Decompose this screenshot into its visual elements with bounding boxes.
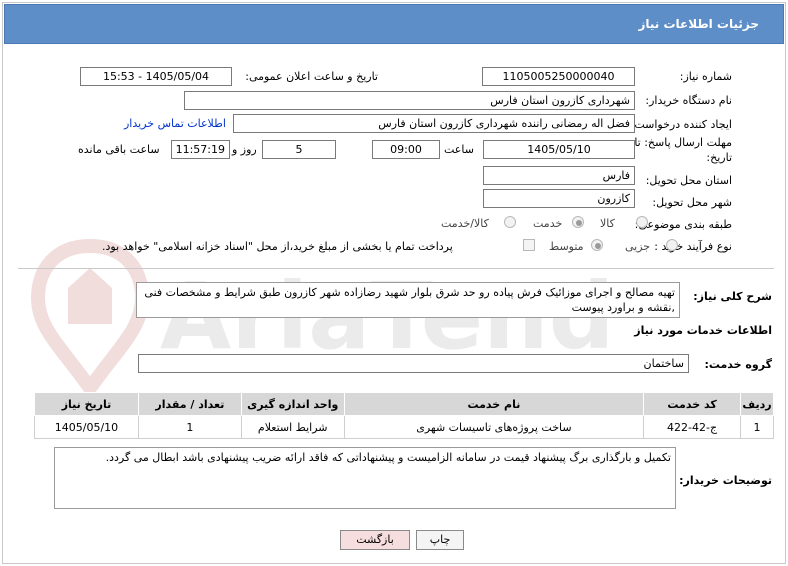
services-section-title: اطلاعات خدمات مورد نیاز <box>634 324 772 337</box>
province-field[interactable]: فارس <box>483 166 635 185</box>
category-service-radio[interactable] <box>572 216 584 228</box>
deadline-date-label: تاریخ: <box>706 151 732 164</box>
category-goods-service-label: کالا/خدمت <box>441 217 489 230</box>
category-goods-radio[interactable] <box>636 216 648 228</box>
buyer-org-field[interactable]: شهرداری کازرون استان فارس <box>184 91 635 110</box>
page-title: جزئیات اطلاعات نیاز <box>638 17 759 31</box>
contact-buyer-link[interactable]: اطلاعات تماس خریدار <box>124 117 226 130</box>
col-header-service-name: نام خدمت <box>343 392 645 416</box>
creator-label: ایجاد کننده درخواست: <box>630 118 732 131</box>
buyer-notes-label: توضیحات خریدار: <box>679 474 772 487</box>
process-minor-label: جزیی <box>625 240 651 253</box>
cell-unit: شرایط استعلام <box>240 415 345 439</box>
back-button[interactable]: بازگشت <box>340 530 410 550</box>
services-table-wrapper: ردیف کد خدمت نام خدمت واحد اندازه گیری ت… <box>34 392 774 442</box>
cell-quantity: 1 <box>137 415 242 439</box>
need-number-label: شماره نیاز: <box>679 70 732 83</box>
cell-need-date: 1405/05/10 <box>34 415 139 439</box>
announce-label: تاریخ و ساعت اعلان عمومی: <box>245 70 378 83</box>
creator-field[interactable]: فضل اله رمضانی راننده شهرداری کازرون است… <box>233 114 635 133</box>
city-label: شهر محل تحویل: <box>652 196 732 209</box>
province-label: استان محل تحویل: <box>645 174 732 187</box>
cell-service-name: ساخت پروژه‌های تاسیسات شهری <box>343 415 645 439</box>
process-medium-label: متوسط <box>549 240 584 253</box>
city-field[interactable]: کازرون <box>483 189 635 208</box>
days-field[interactable]: 5 <box>262 140 336 159</box>
section-separator <box>18 268 774 269</box>
announce-field[interactable]: 1405/05/04 - 15:53 <box>80 67 232 86</box>
category-service-label: خدمت <box>533 217 563 230</box>
remaining-time-field[interactable]: 11:57:19 <box>171 140 230 159</box>
print-button[interactable]: چاپ <box>416 530 464 550</box>
cell-service-code: ج-42-422 <box>643 415 742 439</box>
cell-row-number: 1 <box>740 415 774 439</box>
col-header-quantity: تعداد / مقدار <box>137 392 242 416</box>
col-header-service-code: کد خدمت <box>643 392 742 416</box>
description-textarea[interactable]: تهیه مصالح و اجرای موزائیک فرش پیاده رو … <box>136 282 680 318</box>
service-group-field[interactable]: ساختمان <box>138 354 689 373</box>
treasury-checkbox[interactable] <box>523 239 535 251</box>
days-label: روز و <box>232 143 257 156</box>
description-label: شرح کلی نیاز: <box>693 290 772 303</box>
process-minor-radio[interactable] <box>666 239 678 251</box>
col-header-row-number: ردیف <box>740 392 774 416</box>
deadline-time-label: ساعت <box>444 143 474 156</box>
payment-note: پرداخت تمام یا بخشی از مبلغ خرید،از محل … <box>102 240 453 253</box>
buyer-org-label: نام دستگاه خریدار: <box>645 94 732 107</box>
services-table: ردیف کد خدمت نام خدمت واحد اندازه گیری ت… <box>34 392 774 439</box>
category-goods-label: کالا <box>600 217 615 230</box>
table-header-row: ردیف کد خدمت نام خدمت واحد اندازه گیری ت… <box>34 392 774 416</box>
table-row[interactable]: 1 ج-42-422 ساخت پروژه‌های تاسیسات شهری ش… <box>34 415 774 439</box>
deadline-time-field[interactable]: 09:00 <box>372 140 440 159</box>
page-header: جزئیات اطلاعات نیاز <box>4 4 784 44</box>
buyer-notes-textarea[interactable]: تکمیل و بارگذاری برگ پیشنهاد قیمت در سام… <box>54 447 676 509</box>
service-group-label: گروه خدمت: <box>704 358 772 371</box>
remaining-time-label: ساعت باقی مانده <box>78 143 160 156</box>
need-number-field[interactable]: 1105005250000040 <box>482 67 635 86</box>
process-medium-radio[interactable] <box>591 239 603 251</box>
deadline-label: مهلت ارسال پاسخ: تا <box>634 136 732 149</box>
col-header-unit: واحد اندازه گیری <box>240 392 345 416</box>
category-goods-service-radio[interactable] <box>504 216 516 228</box>
deadline-date-field[interactable]: 1405/05/10 <box>483 140 635 159</box>
category-label: طبقه بندی موضوعی: <box>634 218 732 231</box>
col-header-need-date: تاریخ نیاز <box>34 392 139 416</box>
